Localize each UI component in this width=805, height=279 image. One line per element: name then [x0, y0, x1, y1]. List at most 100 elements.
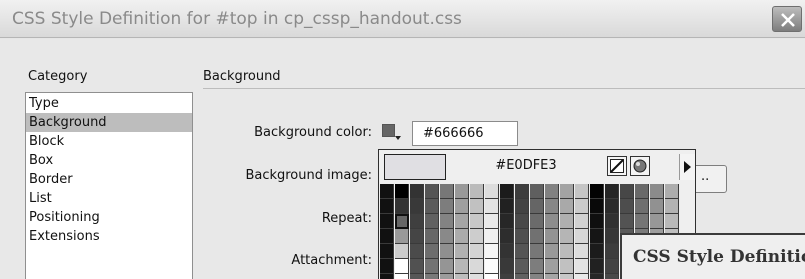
color-swatch-cell[interactable]: [605, 229, 619, 244]
color-swatch-cell[interactable]: [440, 259, 454, 274]
color-swatch-cell[interactable]: [575, 214, 589, 229]
color-swatch-cell[interactable]: [545, 274, 559, 279]
color-swatch-cell[interactable]: [605, 214, 619, 229]
color-swatch-cell[interactable]: [605, 259, 619, 274]
color-swatch-cell[interactable]: [515, 259, 529, 274]
color-swatch-cell[interactable]: [515, 274, 529, 279]
color-swatch-cell[interactable]: [410, 274, 424, 279]
color-swatch-cell[interactable]: [500, 184, 514, 199]
color-swatch-cell[interactable]: [560, 274, 574, 279]
color-swatch-cell[interactable]: [425, 214, 439, 229]
color-swatch-cell[interactable]: [605, 244, 619, 259]
color-swatch-cell[interactable]: [605, 184, 619, 199]
color-swatch-cell[interactable]: [395, 274, 409, 279]
color-swatch-cell[interactable]: [575, 244, 589, 259]
color-swatch-cell[interactable]: [470, 199, 484, 214]
color-swatch-cell[interactable]: [425, 184, 439, 199]
default-color-button[interactable]: [607, 156, 627, 176]
color-swatch-cell[interactable]: [545, 229, 559, 244]
background-color-input[interactable]: #666666: [412, 121, 518, 146]
flyout-arrow-icon[interactable]: [679, 154, 695, 180]
color-swatch-cell[interactable]: [515, 244, 529, 259]
color-swatch-cell[interactable]: [515, 199, 529, 214]
color-swatch-cell[interactable]: [590, 199, 604, 214]
color-swatch-cell[interactable]: [575, 259, 589, 274]
color-swatch-cell[interactable]: [410, 214, 424, 229]
category-item-border[interactable]: Border: [26, 170, 192, 189]
color-swatch-cell[interactable]: [575, 199, 589, 214]
color-swatch-cell[interactable]: [395, 244, 409, 259]
category-item-list[interactable]: List: [26, 189, 192, 208]
color-swatch-cell[interactable]: [545, 244, 559, 259]
color-swatch-cell[interactable]: [380, 214, 394, 229]
color-swatch-cell[interactable]: [590, 244, 604, 259]
color-swatch-cell[interactable]: [485, 274, 499, 279]
color-swatch-cell[interactable]: [590, 184, 604, 199]
color-swatch-cell[interactable]: [545, 184, 559, 199]
color-swatch-cell[interactable]: [500, 199, 514, 214]
color-swatch-cell[interactable]: [470, 214, 484, 229]
color-swatch-cell[interactable]: [440, 229, 454, 244]
color-swatch-cell[interactable]: [575, 274, 589, 279]
color-swatch-cell[interactable]: [380, 229, 394, 244]
color-swatch-cell[interactable]: [440, 244, 454, 259]
category-item-extensions[interactable]: Extensions: [26, 227, 192, 246]
color-swatch-cell[interactable]: [485, 199, 499, 214]
category-item-box[interactable]: Box: [26, 151, 192, 170]
color-swatch-cell[interactable]: [470, 184, 484, 199]
color-swatch-cell[interactable]: [620, 184, 634, 199]
color-swatch-cell[interactable]: [425, 259, 439, 274]
color-swatch-cell[interactable]: [665, 184, 679, 199]
color-swatch-cell[interactable]: [440, 184, 454, 199]
color-swatch-cell[interactable]: [455, 259, 469, 274]
color-swatch-cell[interactable]: [605, 199, 619, 214]
color-swatch-cell[interactable]: [515, 214, 529, 229]
color-swatch-cell[interactable]: [425, 244, 439, 259]
color-swatch-cell[interactable]: [425, 274, 439, 279]
color-swatch-cell[interactable]: [530, 274, 544, 279]
category-item-type[interactable]: Type: [26, 94, 192, 113]
category-list[interactable]: Type Background Block Box Border List Po…: [25, 92, 193, 279]
color-swatch-cell[interactable]: [455, 229, 469, 244]
color-swatch-cell[interactable]: [650, 199, 664, 214]
color-swatch-cell[interactable]: [440, 199, 454, 214]
color-swatch-cell[interactable]: [410, 184, 424, 199]
color-swatch-cell[interactable]: [395, 184, 409, 199]
color-swatch-cell[interactable]: [560, 229, 574, 244]
system-color-button[interactable]: [630, 156, 650, 176]
color-swatch-cell[interactable]: [530, 244, 544, 259]
color-swatch-cell[interactable]: [380, 274, 394, 279]
color-swatch-cell[interactable]: [410, 229, 424, 244]
category-item-positioning[interactable]: Positioning: [26, 208, 192, 227]
color-swatch-cell[interactable]: [560, 184, 574, 199]
color-swatch-cell[interactable]: [605, 274, 619, 279]
color-swatch-cell[interactable]: [545, 214, 559, 229]
color-swatch-cell[interactable]: [425, 229, 439, 244]
color-swatch-cell[interactable]: [410, 199, 424, 214]
color-swatch-cell[interactable]: [440, 274, 454, 279]
color-swatch-cell[interactable]: [380, 244, 394, 259]
color-swatch-cell[interactable]: [575, 184, 589, 199]
color-swatch-cell[interactable]: [635, 184, 649, 199]
color-swatch-cell[interactable]: [530, 259, 544, 274]
color-swatch-cell[interactable]: [560, 199, 574, 214]
color-swatch-cell[interactable]: [500, 229, 514, 244]
color-swatch-cell[interactable]: [425, 199, 439, 214]
color-swatch-cell[interactable]: [410, 259, 424, 274]
color-swatch-cell[interactable]: [395, 229, 409, 244]
color-swatch-cell[interactable]: [470, 259, 484, 274]
color-swatch-cell[interactable]: [545, 199, 559, 214]
color-swatch-cell[interactable]: [620, 214, 634, 229]
color-swatch-cell[interactable]: [410, 244, 424, 259]
color-swatch-cell[interactable]: [665, 199, 679, 214]
color-swatch-cell[interactable]: [500, 214, 514, 229]
color-swatch-cell[interactable]: [470, 244, 484, 259]
color-swatch-cell[interactable]: [515, 184, 529, 199]
color-swatch-cell[interactable]: [650, 214, 664, 229]
color-swatch-cell[interactable]: [470, 229, 484, 244]
color-swatch-button[interactable]: [382, 124, 401, 142]
color-swatch-cell[interactable]: [560, 214, 574, 229]
color-swatch-cell[interactable]: [485, 229, 499, 244]
color-swatch-cell[interactable]: [380, 184, 394, 199]
color-swatch-cell[interactable]: [455, 244, 469, 259]
